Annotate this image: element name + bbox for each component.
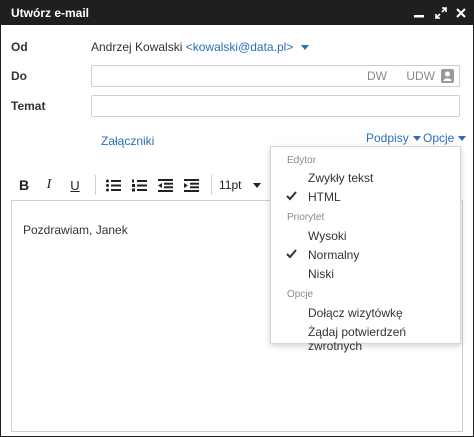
font-size-value: 11pt	[219, 178, 242, 192]
menu-item-priority-high[interactable]: Wysoki	[271, 227, 460, 246]
to-label: Do	[11, 69, 27, 83]
options-label: Opcje	[423, 131, 455, 145]
menu-item-label: Dołącz wizytówkę	[308, 306, 403, 320]
close-icon	[456, 8, 466, 18]
checkmark-icon	[286, 191, 297, 201]
menu-header-priority: Priorytet	[287, 212, 325, 223]
bcc-button[interactable]: UDW	[406, 69, 435, 83]
menu-item-label: HTML	[308, 190, 341, 204]
numbered-list-icon	[131, 179, 147, 191]
indent-button[interactable]	[183, 176, 199, 194]
from-email: <kowalski@data.pl>	[185, 40, 294, 54]
menu-item-label: Wysoki	[308, 229, 347, 243]
minimize-icon	[414, 15, 424, 18]
underline-button[interactable]: U	[67, 176, 83, 194]
contacts-button[interactable]	[441, 69, 454, 83]
close-button[interactable]	[451, 1, 471, 25]
contact-icon	[443, 71, 452, 81]
attachments-link[interactable]: Załączniki	[101, 134, 154, 148]
menu-item-label: Normalny	[308, 248, 360, 262]
menu-header-options: Opcje	[287, 289, 314, 300]
menu-item-priority-low[interactable]: Niski	[271, 265, 460, 284]
menu-item-request-receipt[interactable]: Żądaj potwierdzeń zwrotnych	[271, 323, 460, 353]
options-menu: Edytor Zwykły tekst HTML Priorytet Wysok…	[270, 146, 461, 353]
italic-button[interactable]: I	[41, 176, 57, 194]
options-dropdown[interactable]: Opcje	[423, 131, 467, 145]
message-body: Pozdrawiam, Janek	[23, 223, 128, 237]
bold-button[interactable]: B	[16, 176, 32, 194]
subject-label: Temat	[11, 99, 46, 113]
expand-icon	[435, 7, 447, 19]
compose-window: Utwórz e-mail Od Andrzej Kowalski <kowal…	[0, 0, 474, 437]
menu-item-label: Niski	[308, 267, 334, 281]
numbered-list-button[interactable]	[131, 176, 147, 194]
menu-item-plain-text[interactable]: Zwykły tekst	[271, 169, 460, 188]
from-label: Od	[11, 40, 28, 54]
toolbar-divider	[95, 175, 96, 195]
chevron-down-icon	[412, 136, 421, 142]
cc-button[interactable]: DW	[367, 69, 387, 83]
from-selector[interactable]: Andrzej Kowalski <kowalski@data.pl>	[91, 40, 309, 54]
maximize-button[interactable]	[431, 1, 451, 25]
to-field[interactable]: DW UDW	[91, 65, 460, 87]
menu-header-editor: Edytor	[287, 155, 316, 166]
minimize-button[interactable]	[409, 1, 429, 25]
window-title: Utwórz e-mail	[11, 6, 90, 20]
bullet-list-icon	[105, 179, 121, 191]
bullet-list-button[interactable]	[105, 176, 121, 194]
signatures-dropdown[interactable]: Podpisy	[366, 131, 421, 145]
menu-item-priority-normal[interactable]: Normalny	[271, 246, 460, 265]
menu-item-label: Zwykły tekst	[308, 171, 374, 185]
chevron-down-icon	[300, 45, 309, 51]
subject-field[interactable]	[91, 95, 460, 117]
checkmark-icon	[286, 249, 297, 259]
chevron-down-icon	[458, 136, 467, 142]
outdent-icon	[157, 178, 173, 192]
font-size-select[interactable]: 11pt	[219, 176, 269, 194]
menu-item-label: Żądaj potwierdzeń zwrotnych	[308, 325, 407, 353]
from-name: Andrzej Kowalski	[91, 40, 183, 54]
menu-item-html[interactable]: HTML	[271, 188, 460, 207]
toolbar-divider	[211, 175, 212, 195]
title-bar: Utwórz e-mail	[1, 1, 473, 25]
chevron-down-icon	[253, 182, 262, 188]
menu-item-attach-vcard[interactable]: Dołącz wizytówkę	[271, 304, 460, 323]
signatures-label: Podpisy	[366, 131, 409, 145]
outdent-button[interactable]	[157, 176, 173, 194]
indent-icon	[183, 178, 199, 192]
